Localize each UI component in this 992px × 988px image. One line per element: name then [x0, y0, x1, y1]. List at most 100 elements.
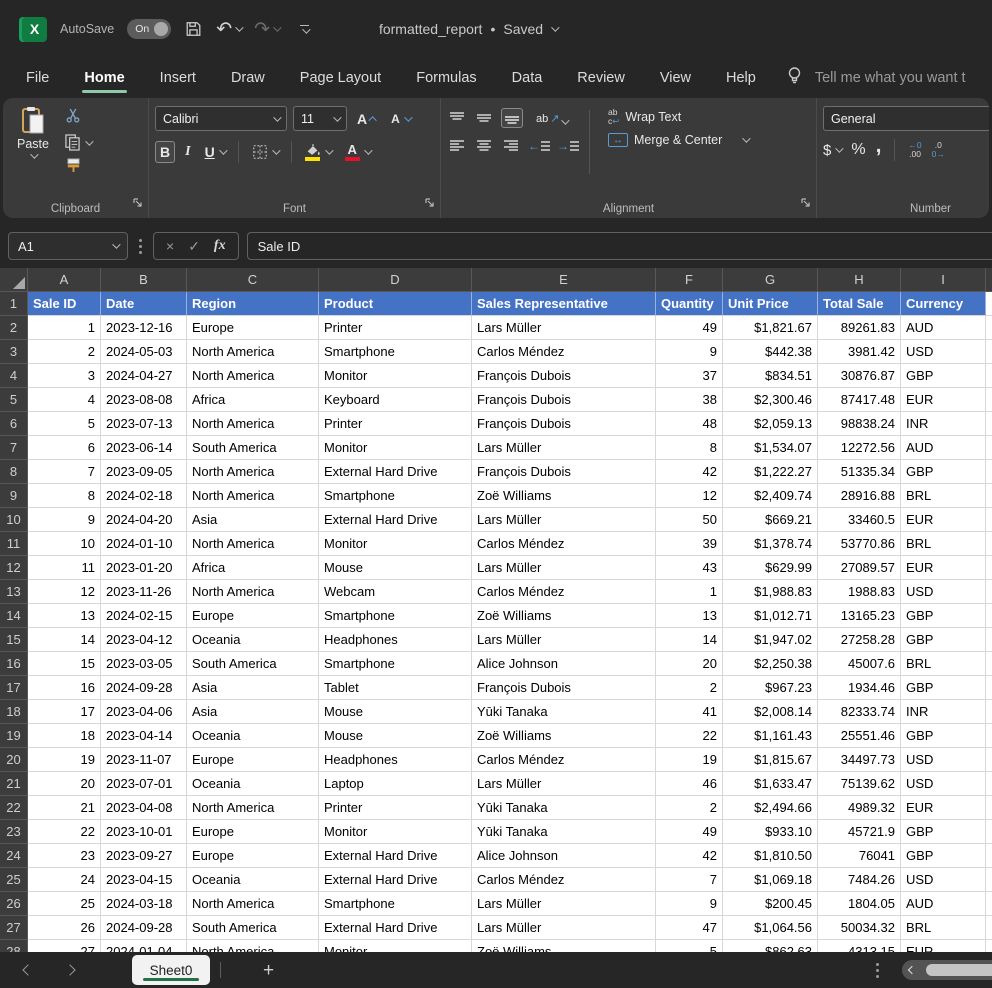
cell[interactable]: 2023-07-13 — [101, 412, 187, 436]
cell[interactable]: Lars Müller — [472, 916, 656, 940]
cell[interactable]: Asia — [187, 508, 319, 532]
cell[interactable]: External Hard Drive — [319, 460, 472, 484]
cell-partial[interactable] — [986, 724, 992, 748]
cell[interactable]: Zoë Williams — [472, 484, 656, 508]
align-center-button[interactable] — [474, 137, 494, 155]
cell[interactable]: 12272.56 — [818, 436, 901, 460]
cell[interactable]: North America — [187, 340, 319, 364]
underline-button[interactable]: U — [201, 142, 229, 162]
cell[interactable]: Printer — [319, 796, 472, 820]
cell[interactable]: External Hard Drive — [319, 916, 472, 940]
row-number[interactable]: 2 — [0, 316, 28, 340]
cell[interactable]: $862.63 — [723, 940, 818, 952]
decrease-decimal-button[interactable]: .0 0→ — [932, 141, 945, 160]
cell[interactable]: 5 — [656, 940, 723, 952]
cell-partial[interactable] — [986, 652, 992, 676]
tab-data[interactable]: Data — [510, 61, 545, 95]
row-number[interactable]: 19 — [0, 724, 28, 748]
cell[interactable]: 2023-09-27 — [101, 844, 187, 868]
cell-partial[interactable] — [986, 292, 992, 316]
cell[interactable]: Lars Müller — [472, 316, 656, 340]
cell[interactable]: 50 — [656, 508, 723, 532]
cell[interactable]: 46 — [656, 772, 723, 796]
cell[interactable]: Zoë Williams — [472, 724, 656, 748]
cell[interactable]: 38 — [656, 388, 723, 412]
cell[interactable]: Yūki Tanaka — [472, 820, 656, 844]
cell[interactable]: Zoë Williams — [472, 604, 656, 628]
cell[interactable]: 7 — [28, 460, 101, 484]
row-number[interactable]: 27 — [0, 916, 28, 940]
cell[interactable]: Yūki Tanaka — [472, 796, 656, 820]
cell[interactable]: 9 — [28, 508, 101, 532]
paste-button[interactable]: Paste — [17, 106, 49, 159]
redo-button[interactable]: ↷ — [254, 20, 279, 39]
cell[interactable]: $2,494.66 — [723, 796, 818, 820]
cell[interactable]: 25 — [28, 892, 101, 916]
row-number[interactable]: 21 — [0, 772, 28, 796]
cell-partial[interactable] — [986, 316, 992, 340]
align-bottom-button[interactable] — [501, 108, 523, 128]
cell[interactable]: 3 — [28, 364, 101, 388]
name-box[interactable]: A1 — [8, 232, 128, 260]
cell[interactable]: 2024-05-03 — [101, 340, 187, 364]
row-number[interactable]: 7 — [0, 436, 28, 460]
column-header-D[interactable]: D — [319, 268, 472, 292]
cell[interactable]: $1,815.67 — [723, 748, 818, 772]
cell[interactable]: $1,161.43 — [723, 724, 818, 748]
cell[interactable]: $1,947.02 — [723, 628, 818, 652]
cell[interactable]: 27258.28 — [818, 628, 901, 652]
cell[interactable]: 26 — [28, 916, 101, 940]
excel-logo-icon[interactable]: X — [22, 17, 47, 42]
cell[interactable]: Lars Müller — [472, 436, 656, 460]
shrink-font-button[interactable]: A — [387, 110, 414, 128]
cell[interactable]: 2024-09-28 — [101, 916, 187, 940]
cell[interactable]: Smartphone — [319, 652, 472, 676]
cell[interactable]: South America — [187, 652, 319, 676]
cell[interactable]: 2023-01-20 — [101, 556, 187, 580]
cell[interactable]: External Hard Drive — [319, 508, 472, 532]
cell-partial[interactable] — [986, 916, 992, 940]
cell[interactable]: GBP — [901, 844, 986, 868]
cell[interactable]: Monitor — [319, 364, 472, 388]
cell[interactable]: 45007.6 — [818, 652, 901, 676]
cell[interactable]: Oceania — [187, 868, 319, 892]
cell[interactable]: $2,008.14 — [723, 700, 818, 724]
scroll-left-icon[interactable] — [908, 966, 916, 974]
bold-button[interactable]: B — [155, 141, 175, 163]
cell[interactable]: François Dubois — [472, 388, 656, 412]
cell[interactable]: 82333.74 — [818, 700, 901, 724]
cell[interactable]: Africa — [187, 556, 319, 580]
cell-partial[interactable] — [986, 532, 992, 556]
header-cell[interactable]: Currency — [901, 292, 986, 316]
cell[interactable]: Tablet — [319, 676, 472, 700]
cell[interactable]: USD — [901, 748, 986, 772]
cell[interactable]: 2024-01-10 — [101, 532, 187, 556]
undo-button[interactable]: ↶ — [216, 20, 241, 39]
cell[interactable]: BRL — [901, 916, 986, 940]
cell[interactable]: North America — [187, 364, 319, 388]
font-color-button[interactable]: A — [341, 141, 374, 163]
cell[interactable]: 9 — [656, 340, 723, 364]
cell[interactable]: GBP — [901, 724, 986, 748]
tab-file[interactable]: File — [24, 61, 51, 95]
cell[interactable]: 30876.87 — [818, 364, 901, 388]
cell[interactable]: Asia — [187, 676, 319, 700]
cell[interactable]: 53770.86 — [818, 532, 901, 556]
font-dialog-launcher[interactable] — [425, 195, 435, 213]
cell-partial[interactable] — [986, 892, 992, 916]
cell[interactable]: 15 — [28, 652, 101, 676]
cell[interactable]: 50034.32 — [818, 916, 901, 940]
tab-draw[interactable]: Draw — [229, 61, 267, 95]
cell[interactable]: 6 — [28, 436, 101, 460]
cell-partial[interactable] — [986, 700, 992, 724]
cell[interactable]: 1934.46 — [818, 676, 901, 700]
cell[interactable]: 2023-04-08 — [101, 796, 187, 820]
increase-decimal-button[interactable]: ←0 .00 — [908, 141, 921, 160]
header-cell[interactable]: Total Sale — [818, 292, 901, 316]
cell[interactable]: 12 — [656, 484, 723, 508]
cell[interactable]: North America — [187, 532, 319, 556]
enter-button[interactable]: ✓ — [188, 238, 200, 255]
cell[interactable]: 22 — [656, 724, 723, 748]
cell[interactable]: 2023-11-07 — [101, 748, 187, 772]
cell[interactable]: 2 — [28, 340, 101, 364]
